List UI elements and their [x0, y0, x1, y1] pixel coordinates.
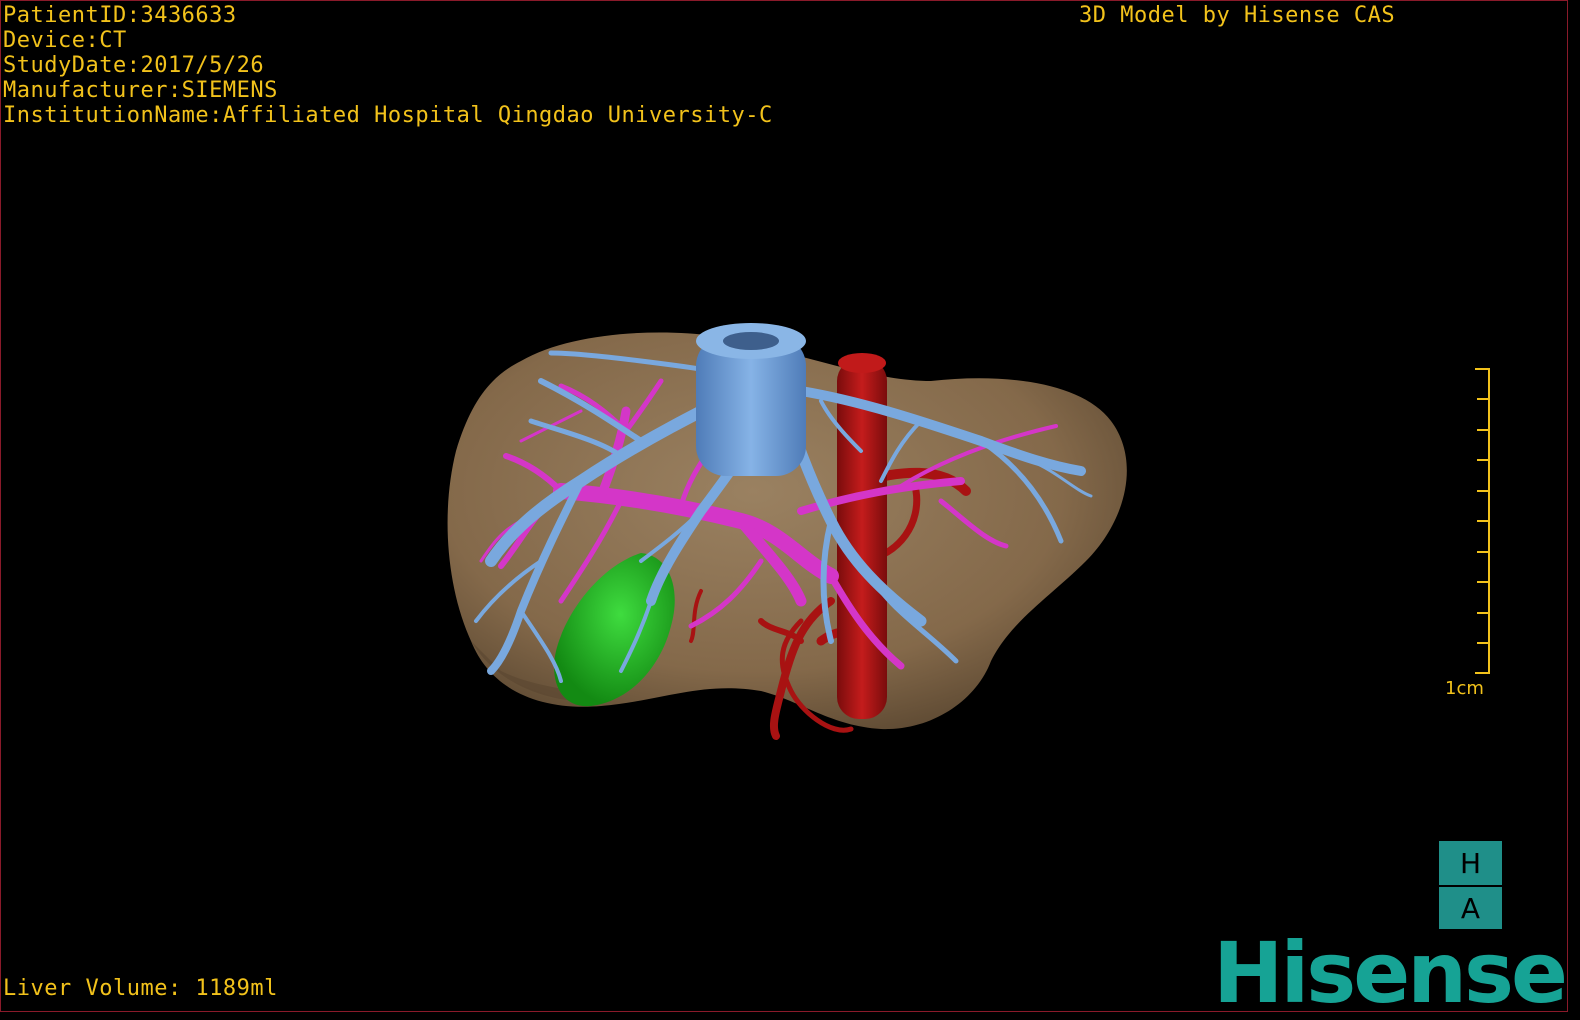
manufacturer-label: Manufacturer:SIEMENS	[3, 78, 278, 103]
dicom-info-overlay: PatientID:3436633 Device:CT StudyDate:20…	[3, 3, 773, 128]
scale-bar	[1475, 368, 1490, 674]
orientation-head-label: H	[1439, 841, 1502, 885]
orientation-anterior-label: A	[1439, 885, 1502, 929]
orientation-cube[interactable]: H A	[1439, 841, 1502, 929]
scale-bar-label: 1cm	[1445, 678, 1484, 699]
model-credit: 3D Model by Hisense CAS	[1079, 3, 1396, 28]
liver-3d-model[interactable]	[1, 1, 1567, 1011]
study-date-label: StudyDate:2017/5/26	[3, 53, 265, 78]
inferior-vena-cava	[696, 323, 806, 476]
patient-id-label: PatientID:3436633	[3, 3, 237, 28]
hisense-logo: Hisense	[1213, 924, 1567, 1012]
device-label: Device:CT	[3, 28, 127, 53]
institution-label: InstitutionName:Affiliated Hospital Qing…	[3, 103, 773, 128]
3d-viewport[interactable]: PatientID:3436633 Device:CT StudyDate:20…	[0, 0, 1568, 1012]
liver-volume-label: Liver Volume: 1189ml	[3, 976, 278, 1001]
